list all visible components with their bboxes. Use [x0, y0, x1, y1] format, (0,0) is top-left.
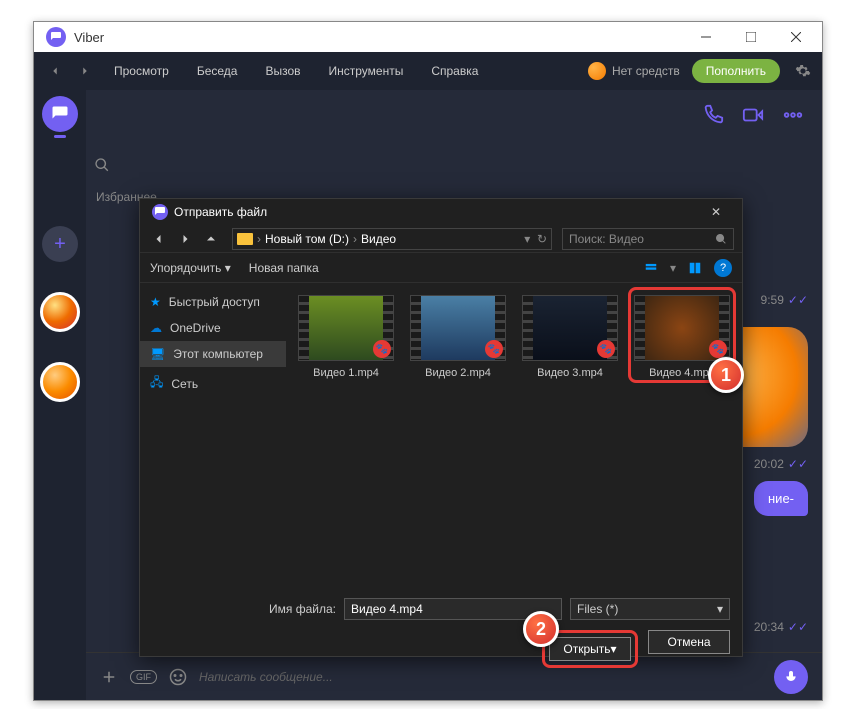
call-icon[interactable] [702, 104, 724, 126]
dialog-titlebar: Отправить файл ✕ [140, 199, 742, 225]
msg2-bubble: ние- [754, 481, 808, 516]
cancel-button[interactable]: Отмена [648, 630, 730, 654]
breadcrumb[interactable]: › Новый том (D:) › Видео ▾ ↻ [232, 228, 552, 250]
balance-icon [588, 62, 606, 80]
window-title: Viber [74, 30, 104, 45]
menu-view[interactable]: Просмотр [100, 64, 183, 78]
new-folder-button[interactable]: Новая папка [249, 261, 319, 275]
balance-text: Нет средств [612, 64, 680, 78]
chat-header [86, 90, 822, 140]
add-button[interactable]: + [42, 226, 78, 262]
dialog-nav: › Новый том (D:) › Видео ▾ ↻ Поиск: Виде… [140, 225, 742, 253]
tree-network[interactable]: 🖧Сеть [140, 367, 286, 400]
menu-chat[interactable]: Беседа [183, 64, 252, 78]
msg2-time: 20:02✓✓ [754, 457, 808, 471]
main-area: + Избраннее 9:59✓✓ 20:02✓✓ ние- 20:34✓✓ [34, 90, 822, 700]
search-icon [715, 233, 727, 245]
tree-onedrive[interactable]: ☁OneDrive [140, 315, 286, 341]
maximize-button[interactable] [728, 22, 773, 52]
crumb-drive[interactable]: Новый том (D:) [265, 232, 349, 246]
nav-up-icon[interactable] [200, 228, 222, 250]
topup-button[interactable]: Пополнить [692, 59, 780, 83]
view-icon[interactable] [644, 261, 658, 275]
nav-fwd-button[interactable] [70, 56, 100, 86]
video-icon[interactable] [742, 104, 764, 126]
dialog-footer: Имя файла: Files (*)▾ 2 Открыть ▾ Отмена [140, 588, 742, 678]
contact-avatar-2[interactable] [40, 362, 80, 402]
nav-fwd-icon[interactable] [174, 228, 196, 250]
tree: ★Быстрый доступ ☁OneDrive 🖥Этот компьюте… [140, 283, 286, 588]
left-rail: + [34, 90, 86, 700]
open-highlight: 2 Открыть ▾ [542, 630, 638, 668]
menu-help[interactable]: Справка [417, 64, 492, 78]
crumb-folder[interactable]: Видео [361, 232, 396, 246]
file-item[interactable]: 🐾 Видео 2.mp4 [408, 295, 508, 379]
dialog-close-icon[interactable]: ✕ [696, 199, 736, 225]
menubar: Просмотр Беседа Вызов Инструменты Справк… [34, 52, 822, 90]
file-list: 🐾 Видео 1.mp4 🐾 Видео 2.mp4 🐾 Видео 3.mp… [286, 283, 742, 588]
file-dialog: Отправить файл ✕ › Новый том (D:) › Виде… [139, 198, 743, 657]
tree-quick[interactable]: ★Быстрый доступ [140, 289, 286, 315]
attach-icon[interactable] [100, 668, 118, 686]
annotation-badge-1: 1 [708, 357, 744, 393]
help-icon[interactable]: ? [714, 259, 732, 277]
nav-back-button[interactable] [40, 56, 70, 86]
file-name: Видео 1.mp4 [313, 367, 379, 379]
file-item[interactable]: 🐾 Видео 3.mp4 [520, 295, 620, 379]
minimize-button[interactable] [683, 22, 728, 52]
msg3-time: 20:34✓✓ [754, 620, 808, 634]
viber-icon [46, 27, 66, 47]
titlebar: Viber [34, 22, 822, 52]
dialog-body: ★Быстрый доступ ☁OneDrive 🖥Этот компьюте… [140, 283, 742, 588]
annotation-badge-2: 2 [523, 611, 559, 647]
tree-thispc[interactable]: 🖥Этот компьютер [140, 341, 286, 367]
msg1-time: 9:59✓✓ [761, 293, 808, 307]
settings-icon[interactable] [790, 58, 816, 84]
folder-icon [237, 233, 253, 245]
preview-icon[interactable] [688, 261, 702, 275]
chats-button[interactable] [42, 96, 78, 132]
open-button[interactable]: Открыть ▾ [549, 637, 631, 661]
menu-tools[interactable]: Инструменты [315, 64, 418, 78]
dialog-icon [152, 204, 168, 220]
file-item[interactable]: 🐾 Видео 1.mp4 [296, 295, 396, 379]
menu-icon[interactable] [782, 104, 804, 126]
file-name: Видео 3.mp4 [537, 367, 603, 379]
organize-button[interactable]: Упорядочить ▾ [150, 261, 231, 275]
search-icon[interactable] [94, 152, 136, 178]
contact-avatar-1[interactable] [40, 292, 80, 332]
mic-button[interactable] [774, 660, 808, 694]
dialog-toolbar: Упорядочить ▾ Новая папка ▾ ? [140, 253, 742, 283]
filename-label: Имя файла: [262, 602, 336, 616]
viber-window: Viber Просмотр Беседа Вызов Инструменты … [33, 21, 823, 701]
nav-back-icon[interactable] [148, 228, 170, 250]
dialog-title: Отправить файл [174, 205, 267, 219]
file-item-selected[interactable]: 🐾 Видео 4.mp4 1 [632, 295, 732, 379]
dialog-search[interactable]: Поиск: Видео [562, 228, 734, 250]
file-name: Видео 2.mp4 [425, 367, 491, 379]
filetype-select[interactable]: Files (*)▾ [570, 598, 730, 620]
menu-call[interactable]: Вызов [251, 64, 314, 78]
close-button[interactable] [773, 22, 818, 52]
